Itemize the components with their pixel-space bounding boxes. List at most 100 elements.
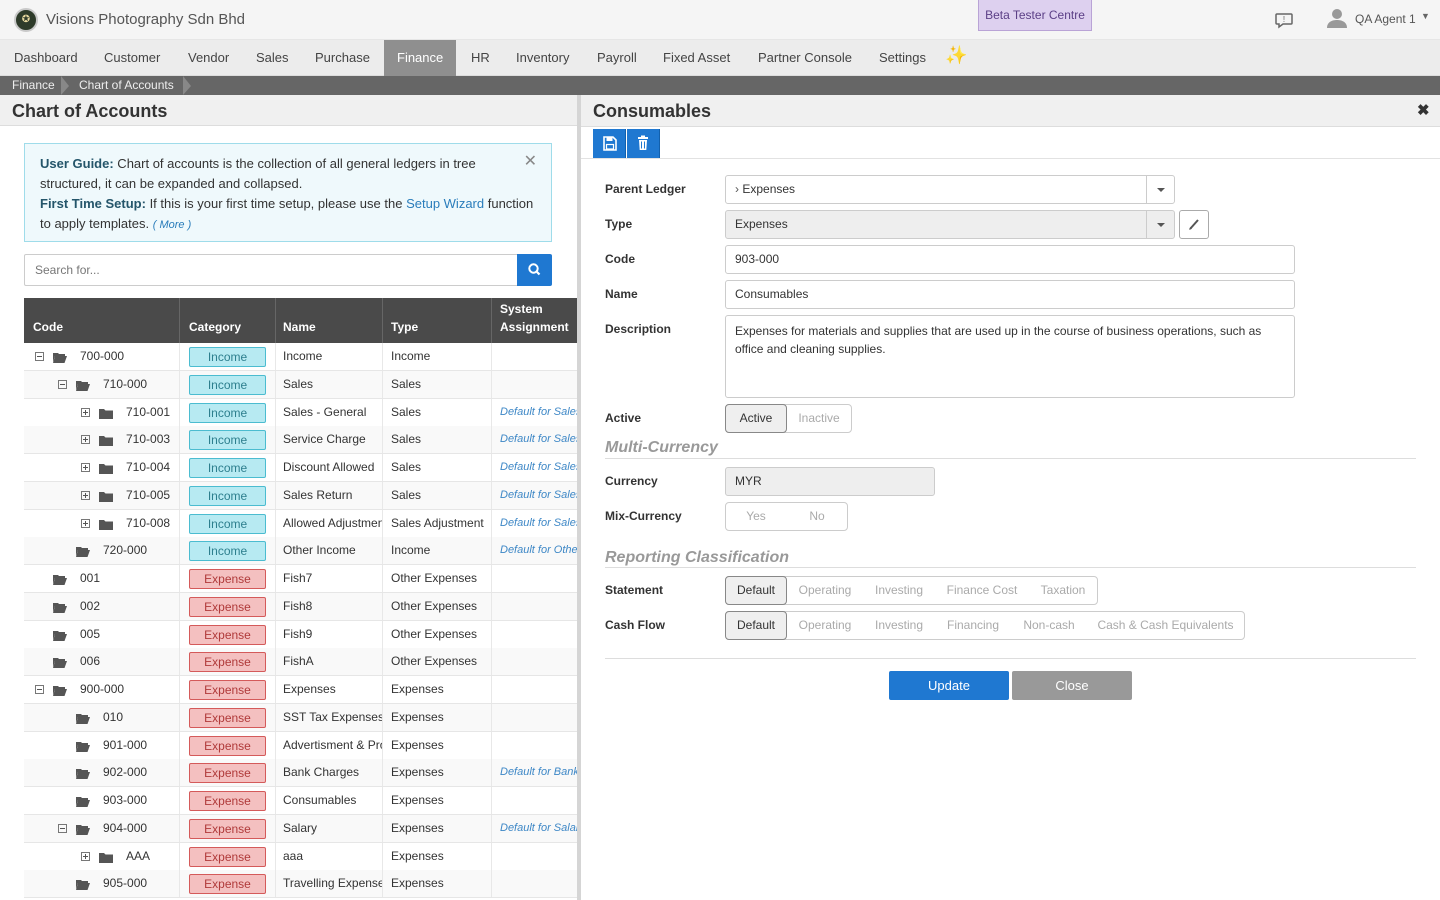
chevron-down-icon[interactable] bbox=[1146, 176, 1174, 203]
user-avatar-icon[interactable] bbox=[1326, 7, 1348, 29]
update-button[interactable]: Update bbox=[889, 671, 1009, 700]
breadcrumb-chart-of-accounts[interactable]: Chart of Accounts bbox=[79, 76, 174, 95]
table-row[interactable]: 905-000 Expense Travelling Expenses Expense… bbox=[24, 870, 577, 899]
column-name[interactable]: Name bbox=[283, 318, 316, 336]
table-row[interactable]: 903-000 Expense Consumables Expenses bbox=[24, 787, 577, 815]
nav-finance[interactable]: Finance bbox=[384, 40, 457, 76]
panel-resize-handle[interactable] bbox=[577, 95, 581, 900]
sparkle-icon[interactable]: ✨ bbox=[945, 45, 967, 66]
table-row[interactable]: 904-000 Expense Salary Expenses Default for … bbox=[24, 814, 577, 843]
row-type: Sales Adjustment bbox=[391, 515, 484, 530]
table-row[interactable]: 010 Expense SST Tax Expenses Expenses bbox=[24, 703, 577, 732]
nav-customer[interactable]: Customer bbox=[91, 40, 173, 76]
save-button[interactable] bbox=[593, 129, 626, 158]
search-input[interactable] bbox=[24, 254, 518, 286]
expand-icon[interactable] bbox=[81, 490, 90, 500]
expand-icon[interactable] bbox=[81, 851, 90, 861]
type-select[interactable]: Expenses bbox=[725, 210, 1175, 239]
active-option[interactable]: Active bbox=[725, 404, 787, 433]
guide-close-icon[interactable]: ✕ bbox=[524, 152, 537, 172]
nav-vendor[interactable]: Vendor bbox=[175, 40, 242, 76]
delete-button[interactable] bbox=[627, 129, 660, 158]
statement-investing-option[interactable]: Investing bbox=[863, 577, 935, 604]
table-row[interactable]: 710-003 Income Service Charge Sales Default … bbox=[24, 426, 577, 455]
table-row[interactable]: AAA Expense aaa Expenses bbox=[24, 842, 577, 871]
more-link[interactable]: ( More ) bbox=[153, 219, 192, 231]
close-button[interactable]: Close bbox=[1012, 671, 1132, 700]
expand-icon[interactable] bbox=[81, 518, 90, 528]
table-row[interactable]: 001 Expense Fish7 Other Expenses bbox=[24, 565, 577, 593]
parent-ledger-select[interactable]: › Expenses bbox=[725, 175, 1175, 204]
table-row[interactable]: 710-004 Income Discount Allowed Sales Defaul… bbox=[24, 454, 577, 482]
table-row[interactable]: 005 Expense Fish9 Other Expenses bbox=[24, 620, 577, 649]
nav-inventory[interactable]: Inventory bbox=[503, 40, 582, 76]
chevron-right-icon: › bbox=[735, 182, 739, 196]
table-row[interactable]: 006 Expense FishA Other Expenses bbox=[24, 648, 577, 677]
cashflow-financing-option[interactable]: Financing bbox=[935, 612, 1011, 639]
breadcrumb-finance[interactable]: Finance bbox=[12, 76, 55, 95]
code-input[interactable]: 903-000 bbox=[725, 245, 1295, 274]
expand-icon[interactable] bbox=[81, 463, 90, 472]
expand-icon[interactable] bbox=[81, 435, 90, 445]
detail-close-icon[interactable]: ✖ bbox=[1417, 101, 1430, 119]
collapse-icon[interactable] bbox=[35, 352, 44, 361]
beta-tester-centre-button[interactable]: Beta Tester Centre bbox=[978, 0, 1092, 31]
table-row[interactable]: 710-005 Income Sales Return Sales Default fo… bbox=[24, 481, 577, 510]
mix-yes-option[interactable]: Yes bbox=[726, 503, 786, 530]
nav-dashboard[interactable]: Dashboard bbox=[1, 40, 91, 76]
description-textarea[interactable]: Expenses for materials and supplies that… bbox=[725, 315, 1295, 398]
statement-taxation-option[interactable]: Taxation bbox=[1029, 577, 1097, 604]
column-system-assignment[interactable]: System Assignment bbox=[500, 300, 569, 336]
cashflow-noncash-option[interactable]: Non-cash bbox=[1011, 612, 1087, 639]
column-code[interactable]: Code bbox=[33, 318, 63, 336]
user-name[interactable]: QA Agent 1 bbox=[1355, 12, 1416, 26]
inactive-option[interactable]: Inactive bbox=[787, 405, 851, 432]
column-category[interactable]: Category bbox=[189, 318, 241, 336]
cashflow-cash-equivalents-option[interactable]: Cash & Cash Equivalents bbox=[1087, 612, 1244, 639]
pencil-icon bbox=[1189, 219, 1199, 230]
company-logo[interactable]: ✪ bbox=[14, 8, 38, 32]
table-row[interactable]: 720-000 Income Other Income Income Default f… bbox=[24, 537, 577, 566]
nav-partner-console[interactable]: Partner Console bbox=[745, 40, 865, 76]
column-type[interactable]: Type bbox=[391, 318, 418, 336]
company-name[interactable]: Visions Photography Sdn Bhd bbox=[46, 11, 245, 28]
row-system-assignment: Default for Bank bbox=[500, 766, 577, 779]
table-row[interactable]: 710-000 Income Sales Sales bbox=[24, 370, 577, 399]
cashflow-investing-option[interactable]: Investing bbox=[863, 612, 935, 639]
collapse-icon[interactable] bbox=[35, 685, 44, 694]
cashflow-operating-option[interactable]: Operating bbox=[787, 612, 863, 639]
table-row[interactable]: 002 Expense Fish8 Other Expenses bbox=[24, 592, 577, 621]
nav-hr[interactable]: HR bbox=[458, 40, 503, 76]
statement-default-option[interactable]: Default bbox=[725, 576, 787, 605]
statement-finance-cost-option[interactable]: Finance Cost bbox=[935, 577, 1029, 604]
nav-settings[interactable]: Settings bbox=[866, 40, 939, 76]
nav-fixed-asset[interactable]: Fixed Asset bbox=[650, 40, 743, 76]
collapse-icon[interactable] bbox=[58, 823, 67, 833]
mix-no-option[interactable]: No bbox=[786, 503, 848, 530]
setup-wizard-link[interactable]: Setup Wizard bbox=[406, 196, 484, 211]
table-row[interactable]: 902-000 Expense Bank Charges Expenses Defaul… bbox=[24, 759, 577, 788]
statement-operating-option[interactable]: Operating bbox=[787, 577, 863, 604]
table-row[interactable]: 710-008 Income Allowed Adjustment Sales Adj… bbox=[24, 509, 577, 538]
table-row[interactable]: 901-000 Expense Advertisment & Promotion Ex… bbox=[24, 731, 577, 760]
edit-type-button[interactable] bbox=[1179, 210, 1209, 239]
row-name: FishA bbox=[283, 654, 314, 669]
chevron-down-icon[interactable] bbox=[1146, 211, 1174, 238]
nav-payroll[interactable]: Payroll bbox=[584, 40, 650, 76]
collapse-icon[interactable] bbox=[58, 379, 67, 389]
name-input[interactable]: Consumables bbox=[725, 280, 1295, 309]
search-button[interactable] bbox=[517, 254, 552, 286]
category-badge: Expense bbox=[189, 596, 266, 617]
statement-label: Statement bbox=[605, 583, 664, 597]
main-nav: Dashboard Customer Vendor Sales Purchase Fina… bbox=[0, 40, 1440, 76]
expand-icon[interactable] bbox=[81, 407, 90, 417]
nav-sales[interactable]: Sales bbox=[243, 40, 302, 76]
nav-purchase[interactable]: Purchase bbox=[302, 40, 383, 76]
user-menu-caret-icon[interactable]: ▼ bbox=[1421, 11, 1430, 21]
table-row[interactable]: 900-000 Expense Expenses Expenses bbox=[24, 676, 577, 704]
table-row[interactable]: 710-001 Income Sales - General Sales Default… bbox=[24, 398, 577, 427]
row-code: 005 bbox=[80, 626, 101, 641]
cashflow-default-option[interactable]: Default bbox=[725, 611, 787, 640]
table-row[interactable]: 700-000 Income Income Income bbox=[24, 343, 577, 371]
chat-icon[interactable]: ! bbox=[1274, 10, 1294, 30]
